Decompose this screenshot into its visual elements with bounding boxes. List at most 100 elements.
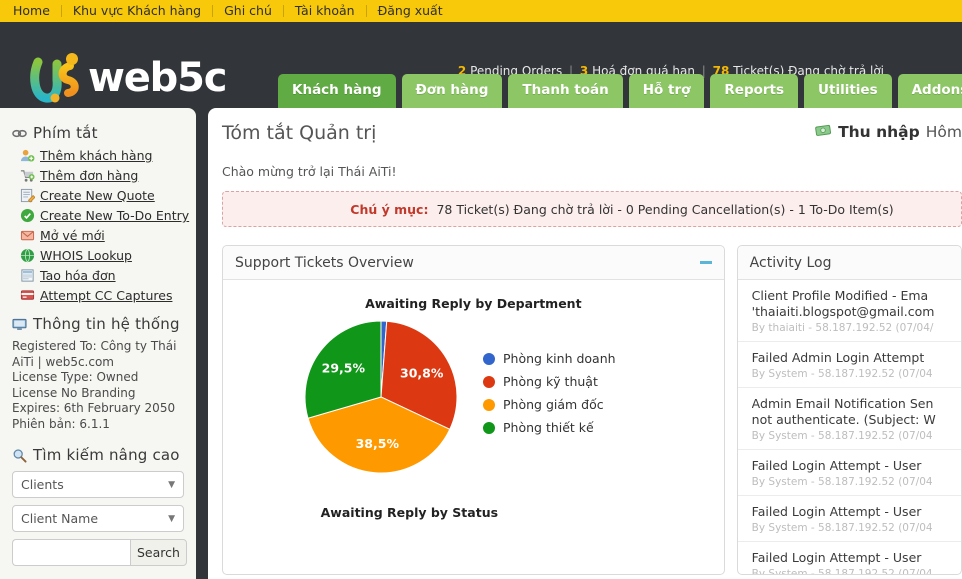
pie-slice-label: 29,5% <box>322 361 366 376</box>
top-navigation-bar: Home Khu vực Khách hàng Ghi chú Tài khoả… <box>0 0 962 22</box>
todo-icon <box>20 208 35 223</box>
tab-utilities[interactable]: Utilities <box>804 74 892 108</box>
chevron-down-icon: ▼ <box>168 513 175 524</box>
shortcuts-header: Phím tắt <box>12 124 186 142</box>
activity-log-panel: Activity Log Client Profile Modified - E… <box>736 245 962 575</box>
income-period: Hôm <box>925 123 962 141</box>
shortcut-item[interactable]: WHOIS Lookup <box>20 248 186 263</box>
activity-log-entry-title: Failed Admin Login Attempt <box>751 350 925 365</box>
legend-label: Phòng kinh doanh <box>503 351 616 366</box>
search-type-select[interactable]: Clients ▼ <box>12 471 184 498</box>
legend-item[interactable]: Phòng giám đốc <box>483 397 616 412</box>
notice-label: Chú ý mục: <box>350 201 429 217</box>
search-input[interactable] <box>12 539 130 566</box>
income-summary: Thu nhập Hôm <box>815 123 962 141</box>
topbar-link-logout[interactable]: Đăng xuất <box>367 0 454 22</box>
shortcut-link-cc-captures[interactable]: Attempt CC Captures <box>40 288 172 303</box>
minus-icon[interactable] <box>699 261 712 264</box>
activity-log-entry-meta: By System - 58.187.192.52 (07/04 <box>751 430 933 442</box>
ticket-icon <box>20 228 35 243</box>
shortcut-item[interactable]: Attempt CC Captures <box>20 288 186 303</box>
activity-log-entry-meta: By System - 58.187.192.52 (07/04 <box>751 568 933 575</box>
advanced-search-section: Tìm kiếm nâng cao Clients ▼ Client Name … <box>12 446 187 566</box>
activity-log-panel-header: Activity Log <box>737 246 961 280</box>
monitor-icon <box>12 317 27 332</box>
activity-log-entry[interactable]: Admin Email Notification Sen not authent… <box>737 388 961 450</box>
activity-log-entry[interactable]: Client Profile Modified - Ema 'thaiaiti.… <box>737 280 961 342</box>
legend-label: Phòng kỹ thuật <box>503 374 598 389</box>
pie-chart-row: 30,8% 38,5% 29,5% Phòng kinh doanh Phòng k… <box>223 317 724 477</box>
shortcut-item[interactable]: Thêm khách hàng <box>20 148 186 163</box>
pie-slice-label: 38,5% <box>356 436 400 451</box>
activity-log-entry[interactable]: Failed Admin Login Attempt By System - 58… <box>737 342 961 388</box>
support-tickets-title: Support Tickets Overview <box>235 254 414 271</box>
topbar-link-account[interactable]: Tài khoản <box>284 0 366 22</box>
welcome-message: Chào mừng trở lại Thái AiTi! <box>222 164 397 179</box>
search-field-select[interactable]: Client Name ▼ <box>12 505 184 532</box>
system-information-section: Thông tin hệ thống Registered To: Công t… <box>12 315 186 432</box>
topbar-link-notes[interactable]: Ghi chú <box>213 0 283 22</box>
system-info-title: Thông tin hệ thống <box>33 315 180 333</box>
status-chart-title: Awaiting Reply by Status <box>320 505 499 520</box>
shortcut-link-whois[interactable]: WHOIS Lookup <box>40 248 132 263</box>
activity-log-entry-meta: By System - 58.187.192.52 (07/04 <box>751 476 933 488</box>
activity-log-entry[interactable]: Failed Login Attempt - User By System - 5… <box>737 496 961 542</box>
globe-icon <box>20 248 35 263</box>
pie-chart-title: Awaiting Reply by Department <box>365 296 582 311</box>
shortcut-link-new-quote[interactable]: Create New Quote <box>40 188 155 203</box>
activity-log-entry-meta: By thaiaiti - 58.187.192.52 (07/04/ <box>751 322 934 334</box>
legend-color-swatch <box>483 398 495 411</box>
shortcut-item[interactable]: Create New Quote <box>20 188 186 203</box>
shortcut-link-new-todo[interactable]: Create New To-Do Entry <box>40 208 189 223</box>
shortcut-item[interactable]: Thêm đơn hàng <box>20 168 186 183</box>
shortcut-link-create-invoice[interactable]: Tao hóa đơn <box>40 268 116 283</box>
activity-log-entry[interactable]: Failed Login Attempt - User By System - 5… <box>738 542 961 575</box>
tab-don-hang[interactable]: Đơn hàng <box>401 74 503 108</box>
tab-reports[interactable]: Reports <box>710 74 799 108</box>
shortcut-link-add-client[interactable]: Thêm khách hàng <box>40 148 152 163</box>
activity-log-entry-title: Failed Login Attempt - User <box>751 550 922 565</box>
topbar-link-home[interactable]: Home <box>13 0 61 22</box>
shortcut-item[interactable]: Create New To-Do Entry <box>20 208 189 223</box>
legend-color-swatch <box>483 421 495 434</box>
tab-thanh-toan[interactable]: Thanh toán <box>508 74 623 108</box>
pie-slice-label: 30,8% <box>400 365 444 380</box>
awaiting-reply-by-department-pie-chart: 30,8% 38,5% 29,5% <box>304 320 458 474</box>
tab-ho-tro[interactable]: Hỗ trợ <box>628 74 705 108</box>
legend-color-swatch <box>483 352 495 365</box>
sysinfo-expires: Expires: 6th February 2050 <box>12 401 176 415</box>
activity-log-entry-title: Failed Login Attempt - User <box>751 458 922 473</box>
brand-logo[interactable]: web5c <box>30 52 227 104</box>
search-input-row: Search <box>12 539 187 566</box>
tab-addons[interactable]: Addons <box>897 74 962 108</box>
legend-item[interactable]: Phòng kinh doanh <box>483 351 616 366</box>
income-label: Thu nhập <box>838 123 920 141</box>
sysinfo-registered-to: Registered To: Công ty Thái AiTi | web5c… <box>12 339 177 369</box>
shortcut-link-open-ticket[interactable]: Mở vé mới <box>40 228 105 243</box>
shortcuts-list: Thêm khách hàng Thêm đơn hàng Create New… <box>12 148 189 303</box>
site-header: web5c 2 Pending Orders | 3 Hoá đơn quá h… <box>0 22 962 108</box>
main-navigation-tabs: Khách hàng Đơn hàng Thanh toán Hỗ trợ Re… <box>278 74 962 108</box>
tab-khach-hang[interactable]: Khách hàng <box>278 74 396 108</box>
activity-log-entry-meta: By System - 58.187.192.52 (07/04 <box>751 522 933 534</box>
activity-log-entry-title: Admin Email Notification Sen not authent… <box>751 396 936 427</box>
main-content: Tóm tắt Quản trị Thu nhập Hôm Chào mừng … <box>208 108 962 579</box>
notice-items[interactable]: 78 Ticket(s) Đang chờ trả lời - 0 Pendin… <box>436 202 893 217</box>
support-tickets-panel-header: Support Tickets Overview <box>223 246 724 280</box>
search-button[interactable]: Search <box>130 539 187 566</box>
shortcuts-title: Phím tắt <box>33 124 98 142</box>
legend-item[interactable]: Phòng kỹ thuật <box>483 374 616 389</box>
add-client-icon <box>20 148 35 163</box>
shortcut-item[interactable]: Tao hóa đơn <box>20 268 186 283</box>
legend-label: Phòng thiết kế <box>503 420 594 435</box>
legend-item[interactable]: Phòng thiết kế <box>483 420 616 435</box>
creditcard-icon <box>20 288 35 303</box>
activity-log-entry[interactable]: Failed Login Attempt - User By System - 5… <box>737 450 961 496</box>
shortcut-link-add-order[interactable]: Thêm đơn hàng <box>40 168 138 183</box>
brand-name: web5c <box>88 55 227 101</box>
activity-log-entry-meta: By System - 58.187.192.52 (07/04 <box>751 368 933 380</box>
topbar-link-client-area[interactable]: Khu vực Khách hàng <box>62 0 212 22</box>
sysinfo-version: Phiên bản: 6.1.1 <box>12 416 110 431</box>
shortcut-item[interactable]: Mở vé mới <box>20 228 186 243</box>
search-type-value: Clients <box>21 477 64 492</box>
